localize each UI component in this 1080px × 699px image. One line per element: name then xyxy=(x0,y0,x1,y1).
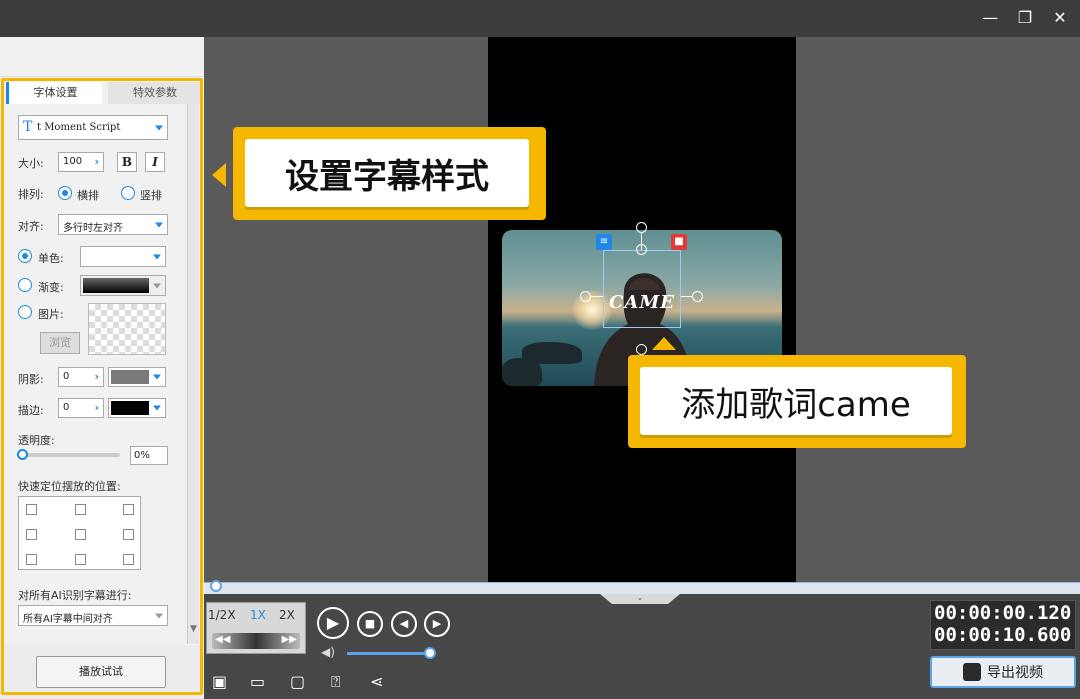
restore-icon[interactable]: ❐ xyxy=(1013,6,1037,30)
list-icon[interactable]: ≡ xyxy=(596,234,612,250)
callout-pointer xyxy=(212,163,226,187)
timeline-playhead[interactable] xyxy=(210,580,222,592)
rock-shape xyxy=(502,358,542,386)
rotate-handle[interactable] xyxy=(636,222,647,233)
minimize-icon[interactable]: — xyxy=(978,6,1002,30)
play-icon[interactable]: ▶ xyxy=(317,607,349,639)
share-icon[interactable]: ⋖ xyxy=(370,672,383,691)
help-icon[interactable]: ⍰ xyxy=(331,672,341,692)
resize-handle-top[interactable] xyxy=(636,244,647,255)
callout-lyric-text: 添加歌词came xyxy=(640,367,952,435)
folder-icon[interactable]: ▭ xyxy=(250,672,265,691)
speed-half-button[interactable]: 1/2X xyxy=(208,608,236,622)
settings-highlight-frame xyxy=(1,78,203,695)
speed-1x-button[interactable]: 1X xyxy=(250,608,266,622)
next-frame-icon[interactable]: ▶ xyxy=(424,611,450,637)
handle-line-right xyxy=(681,296,693,297)
fast-forward-icon[interactable]: ▶▶ xyxy=(282,634,297,645)
timeline-track[interactable] xyxy=(204,580,1080,594)
close-icon[interactable]: ✕ xyxy=(1048,6,1072,30)
save-frame-icon[interactable]: ▣ xyxy=(212,672,227,691)
callout-style: 设置字幕样式 xyxy=(233,127,546,220)
speed-slider[interactable]: ◀◀ ▶▶ xyxy=(212,633,300,649)
resize-handle-bottom[interactable] xyxy=(636,344,647,355)
delete-icon[interactable]: ■ xyxy=(671,234,687,250)
export-label: 导出视频 xyxy=(987,665,1043,681)
export-video-button[interactable]: 导出视频 xyxy=(930,656,1076,688)
volume-slider[interactable] xyxy=(347,652,431,655)
caption-selection-box[interactable] xyxy=(603,250,681,328)
callout-pointer xyxy=(652,337,676,350)
resize-handle-right[interactable] xyxy=(692,291,703,302)
title-bar: — ❐ ✕ xyxy=(0,0,1080,37)
total-time: 00:00:10.600 xyxy=(934,624,1072,646)
handle-line-left xyxy=(591,296,603,297)
volume-knob[interactable] xyxy=(424,647,436,659)
current-time: 00:00:00.120 xyxy=(934,602,1072,624)
left-panel-header xyxy=(0,37,204,77)
export-icon xyxy=(963,663,981,681)
callout-style-text: 设置字幕样式 xyxy=(245,139,529,207)
volume-icon[interactable]: ◀) xyxy=(321,645,335,659)
callout-lyric: 添加歌词came xyxy=(628,355,966,448)
file-icon[interactable]: ▢ xyxy=(290,672,305,691)
prev-frame-icon[interactable]: ◀ xyxy=(391,611,417,637)
rewind-icon[interactable]: ◀◀ xyxy=(215,634,230,645)
resize-handle-left[interactable] xyxy=(580,291,591,302)
stop-icon[interactable]: ■ xyxy=(357,611,383,637)
caption-text[interactable]: CAME xyxy=(607,292,677,313)
speed-2x-button[interactable]: 2X xyxy=(279,608,295,622)
collapse-chevron-icon[interactable]: ⌄ xyxy=(600,594,680,604)
